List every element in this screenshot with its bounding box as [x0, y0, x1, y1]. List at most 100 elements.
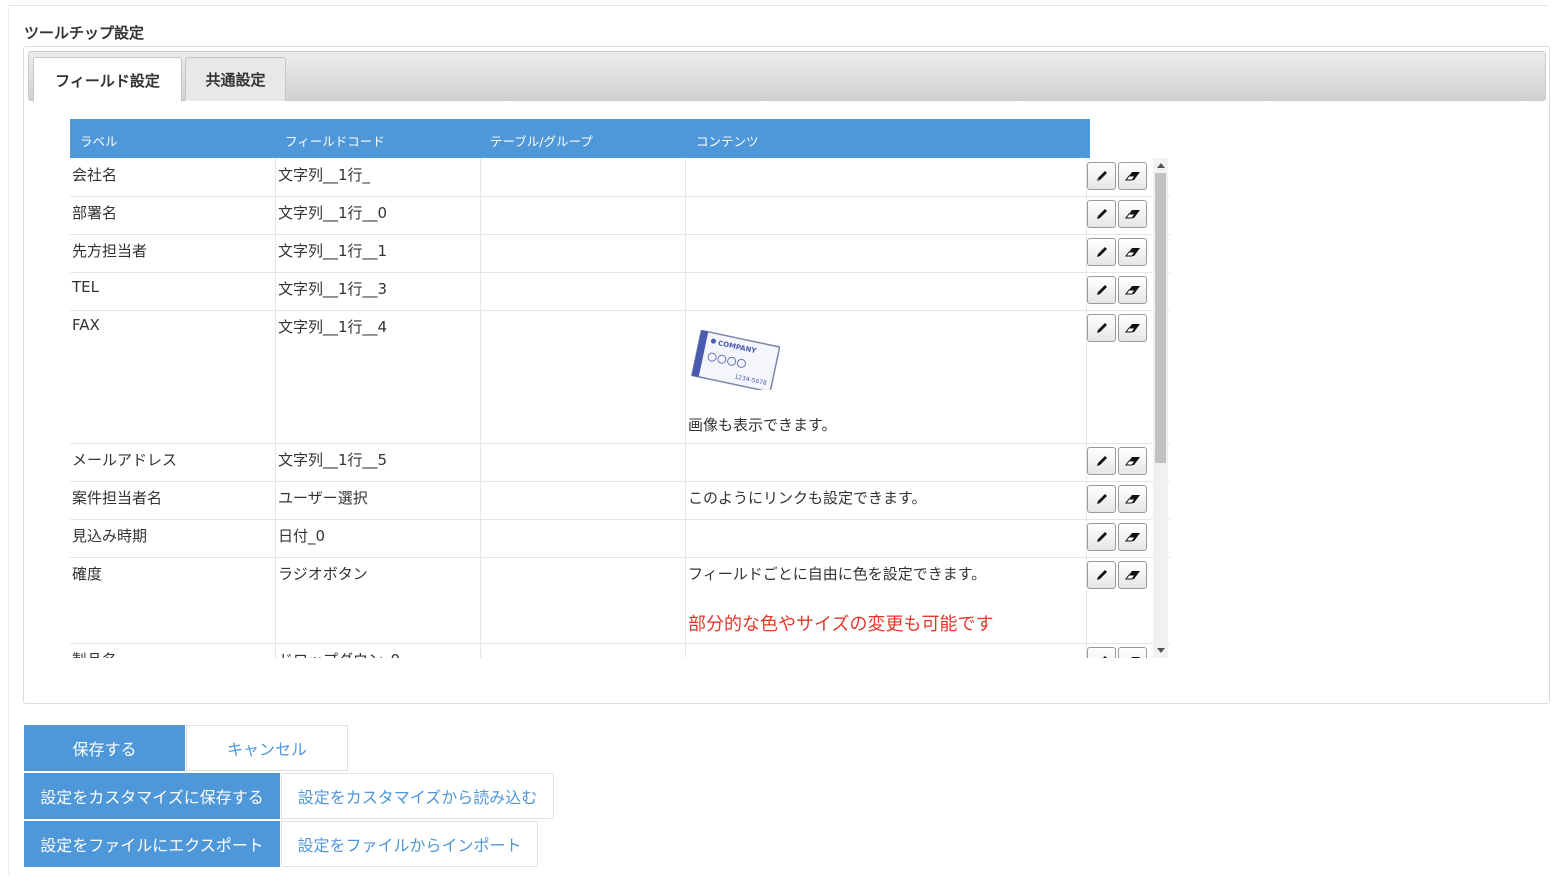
row-content: [685, 234, 1086, 272]
row-label: 部署名: [72, 204, 118, 222]
row-content: [685, 158, 1086, 196]
business-card-image: COMPANY 1234-5678: [690, 329, 781, 393]
clear-button[interactable]: [1118, 162, 1147, 190]
left-divider: [8, 5, 9, 875]
section-title: ツールチップ設定: [24, 24, 145, 42]
pencil-icon: [1096, 323, 1107, 333]
scroll-thumb[interactable]: [1155, 173, 1166, 463]
row-field-code: 日付_0: [275, 519, 480, 557]
row-content: [685, 519, 1086, 557]
clear-button[interactable]: [1118, 314, 1147, 342]
load-from-customize-button[interactable]: 設定をカスタマイズから読み込む: [281, 773, 554, 819]
edit-button[interactable]: [1087, 561, 1116, 589]
pencil-icon: [1096, 285, 1107, 295]
save-to-customize-button[interactable]: 設定をカスタマイズに保存する: [24, 773, 280, 819]
row-content: フィールドごとに自由に色を設定できます。 部分的な色やサイズの変更も可能です: [685, 557, 1086, 643]
row-group: [480, 519, 685, 557]
edit-button[interactable]: [1087, 447, 1116, 475]
pencil-icon: [1096, 532, 1107, 542]
pencil-icon: [1096, 171, 1107, 181]
tab-common-settings[interactable]: 共通設定: [185, 57, 286, 101]
eraser-icon: [1124, 210, 1140, 219]
header-table-group: テーブル/グループ: [490, 134, 593, 149]
pencil-icon: [1096, 570, 1107, 580]
top-divider: [8, 5, 1548, 6]
clear-button[interactable]: [1118, 200, 1147, 228]
edit-button[interactable]: [1087, 314, 1116, 342]
table-row: TEL 文字列__1行__3: [70, 272, 1170, 311]
pencil-icon: [1102, 656, 1107, 658]
eraser-icon: [1124, 172, 1140, 181]
row-group: [480, 272, 685, 310]
row-label: 会社名: [72, 166, 118, 184]
clear-button[interactable]: [1118, 447, 1147, 475]
row-label: 見込み時期: [72, 527, 148, 545]
row-label: 先方担当者: [72, 242, 148, 260]
edit-button[interactable]: [1087, 485, 1116, 513]
scroll-down-icon[interactable]: [1157, 648, 1165, 653]
edit-button[interactable]: [1087, 523, 1116, 551]
eraser-icon: [1124, 324, 1140, 333]
table-header: ラベル フィールドコード テーブル/グループ コンテンツ: [70, 119, 1090, 158]
clear-button[interactable]: [1118, 485, 1147, 513]
pencil-icon: [1096, 456, 1107, 466]
table-scrollbar[interactable]: [1153, 158, 1168, 658]
eraser-icon: [1124, 286, 1140, 295]
row-content: COMPANY 1234-5678 画像も表示できます。: [685, 310, 1086, 443]
row-content: [685, 643, 1086, 658]
row-label: 製品名: [70, 643, 275, 658]
clear-button[interactable]: [1118, 561, 1147, 589]
header-contents: コンテンツ: [696, 134, 759, 149]
edit-button[interactable]: [1087, 238, 1116, 266]
cancel-button[interactable]: キャンセル: [186, 725, 348, 771]
tooltip-settings-panel: フィールド設定 共通設定 ラベル フィールドコード テーブル/グループ コンテン…: [23, 46, 1550, 704]
eraser-icon: [1130, 657, 1140, 658]
row-content: このようにリンクも設定できます。: [685, 481, 1086, 519]
row-field-code: 文字列__1行__1: [275, 234, 480, 272]
edit-button[interactable]: [1087, 276, 1116, 304]
row-label: FAX: [72, 316, 100, 334]
row-label: 確度: [72, 565, 103, 583]
header-label: ラベル: [80, 134, 118, 149]
tab-field-settings[interactable]: フィールド設定: [33, 57, 182, 102]
table-row: 会社名 文字列__1行_: [70, 158, 1170, 197]
row-label: TEL: [72, 278, 99, 296]
clear-button[interactable]: [1118, 276, 1147, 304]
row-content: [685, 443, 1086, 481]
table-row: メールアドレス 文字列__1行__5: [70, 443, 1170, 482]
row-content-note: 部分的な色やサイズの変更も可能です: [688, 614, 994, 635]
clear-button[interactable]: [1118, 523, 1147, 551]
row-field-code: ドロップダウン_0: [275, 643, 480, 658]
scroll-up-icon[interactable]: [1157, 163, 1165, 168]
export-to-file-button[interactable]: 設定をファイルにエクスポート: [24, 821, 280, 867]
edit-button[interactable]: [1087, 647, 1116, 658]
row-field-code: 文字列__1行__3: [275, 272, 480, 310]
table-row: 案件担当者名 ユーザー選択 このようにリンクも設定できます。: [70, 481, 1170, 520]
eraser-icon: [1124, 571, 1140, 580]
row-content-text: 画像も表示できます。: [688, 416, 837, 434]
import-from-file-button[interactable]: 設定をファイルからインポート: [281, 821, 538, 867]
clear-button[interactable]: [1118, 238, 1147, 266]
row-field-code: 文字列__1行_: [275, 158, 480, 196]
edit-button[interactable]: [1087, 200, 1116, 228]
pencil-icon: [1096, 209, 1107, 219]
clear-button[interactable]: [1118, 647, 1147, 658]
table-row: FAX 文字列__1行__4 COMPANY 1234-5678 画像も表示でき…: [70, 310, 1170, 444]
table-row: 見込み時期 日付_0: [70, 519, 1170, 558]
pencil-icon: [1096, 247, 1107, 257]
row-group: [480, 557, 685, 643]
row-group: [480, 234, 685, 272]
save-button[interactable]: 保存する: [24, 725, 185, 771]
eraser-icon: [1124, 248, 1140, 257]
tab-bar: フィールド設定 共通設定: [28, 51, 1546, 102]
row-content-text: フィールドごとに自由に色を設定できます。: [688, 565, 987, 583]
table-row: 確度 ラジオボタン フィールドごとに自由に色を設定できます。 部分的な色やサイズ…: [70, 557, 1170, 644]
table-row: 製品名 ドロップダウン_0: [70, 643, 1170, 658]
header-field-code: フィールドコード: [285, 134, 385, 149]
eraser-icon: [1124, 533, 1140, 542]
row-content: [685, 272, 1086, 310]
row-group: [480, 643, 685, 658]
edit-button[interactable]: [1087, 162, 1116, 190]
pencil-icon: [1096, 494, 1107, 504]
row-group: [480, 158, 685, 196]
